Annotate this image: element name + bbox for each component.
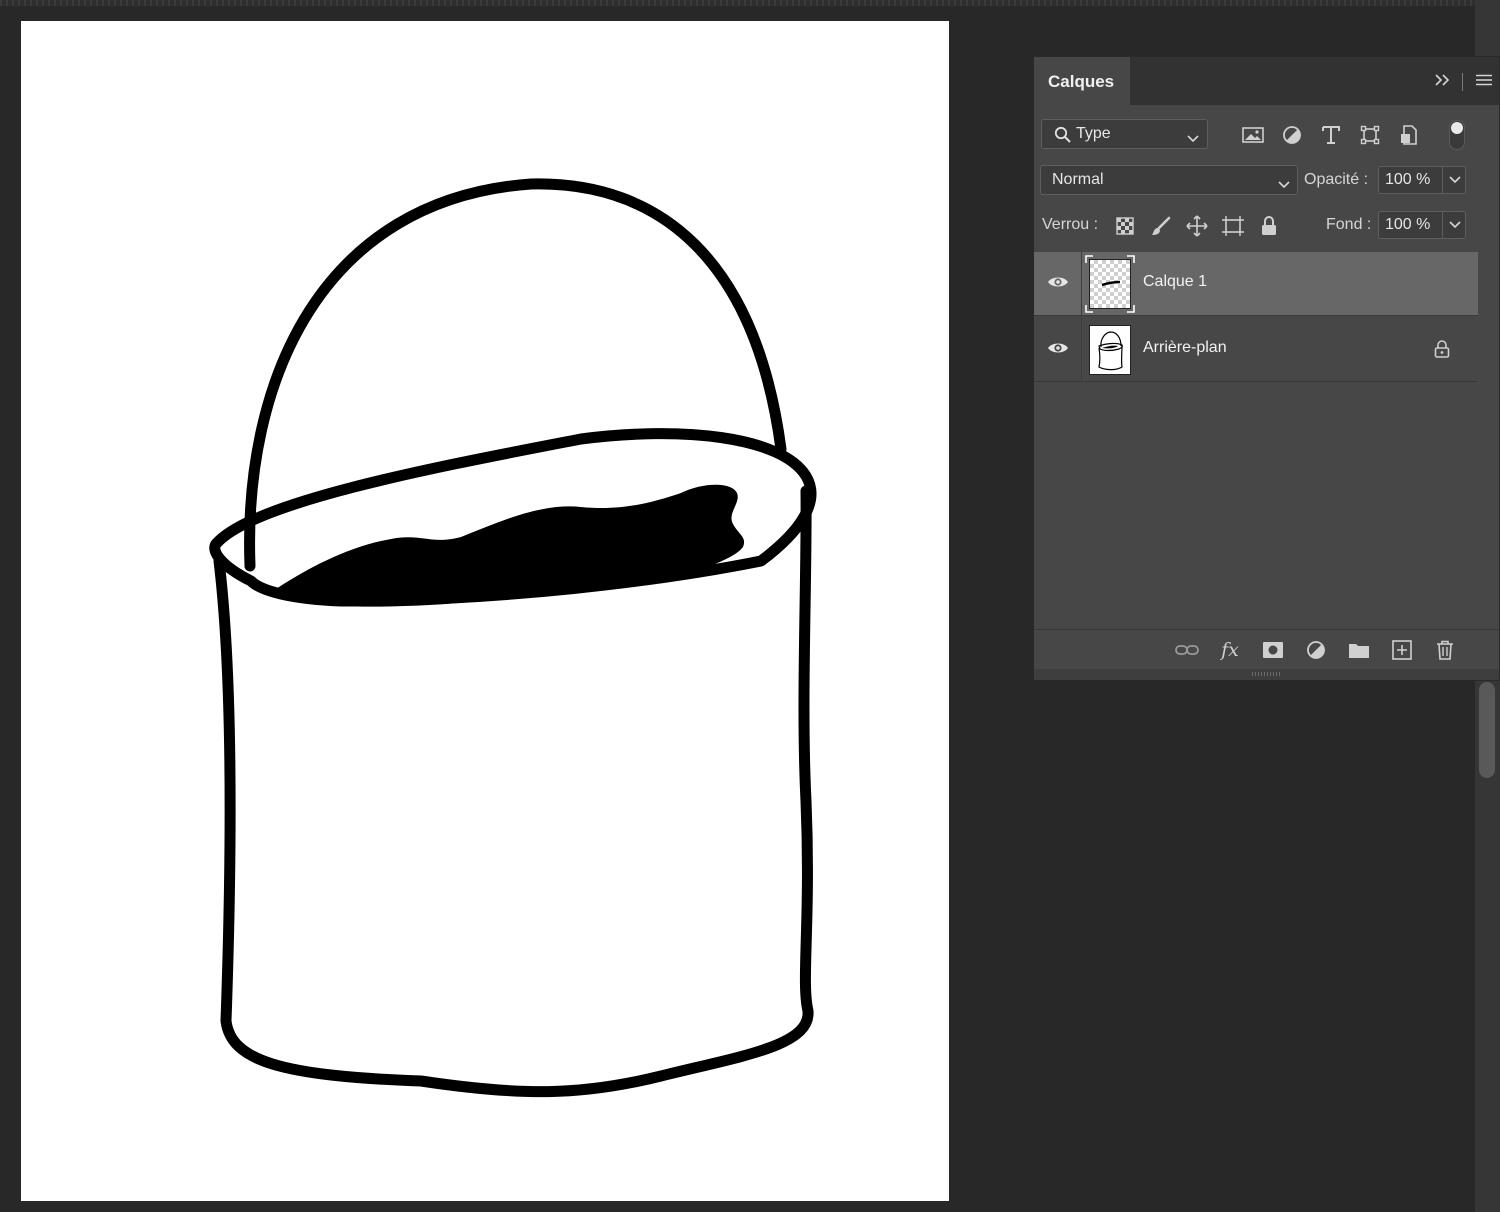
add-mask-icon[interactable] <box>1260 638 1286 662</box>
vertical-scroll-thumb[interactable] <box>1479 682 1495 778</box>
visibility-eye-icon[interactable] <box>1047 341 1069 360</box>
filter-row: Type <box>1034 119 1499 151</box>
opacity-dropdown[interactable] <box>1442 166 1466 194</box>
link-layers-icon[interactable] <box>1174 638 1200 662</box>
filter-type-label: Type <box>1076 125 1111 142</box>
fill-dropdown[interactable] <box>1442 211 1466 239</box>
collapse-panel-icon[interactable] <box>1434 73 1450 91</box>
filter-type-select[interactable]: Type <box>1041 119 1208 149</box>
document-canvas[interactable] <box>21 21 949 1201</box>
blend-mode-value: Normal <box>1052 171 1104 188</box>
adjustment-layer-icon[interactable] <box>1303 638 1329 662</box>
image-filter-icon[interactable] <box>1240 123 1266 147</box>
new-group-icon[interactable] <box>1346 638 1372 662</box>
new-layer-icon[interactable] <box>1389 638 1415 662</box>
chevron-down-icon <box>1278 176 1290 194</box>
visibility-column <box>1034 252 1082 315</box>
layers-list: Calque 1 Arrière-plan <box>1034 252 1499 629</box>
layers-panel: Calques Type Normal Opacité: 100 % Verr… <box>1033 56 1500 681</box>
chevron-down-icon <box>1187 130 1199 148</box>
blend-row: Normal Opacité : 100 % <box>1034 165 1499 197</box>
lock-all-icon[interactable] <box>1256 213 1282 239</box>
layer-thumbnail <box>1089 325 1131 375</box>
visibility-column <box>1034 318 1082 381</box>
layer-name: Arrière-plan <box>1143 339 1227 356</box>
visibility-eye-icon[interactable] <box>1047 275 1069 294</box>
lock-position-icon[interactable] <box>1184 213 1210 239</box>
search-icon <box>1054 126 1072 149</box>
lock-image-pixels-icon[interactable] <box>1148 213 1174 239</box>
top-ruler <box>0 0 1500 6</box>
panel-menu-icon[interactable] <box>1475 73 1493 91</box>
tab-layers[interactable]: Calques <box>1034 57 1130 105</box>
fill-input[interactable]: 100 % <box>1378 211 1442 239</box>
trash-icon[interactable] <box>1432 638 1458 662</box>
layer-row-background[interactable]: Arrière-plan <box>1034 318 1478 382</box>
text-filter-icon[interactable] <box>1318 123 1344 147</box>
filter-toggle-switch[interactable] <box>1449 120 1465 150</box>
layer-row-calque-1[interactable]: Calque 1 <box>1034 252 1478 316</box>
layer-thumbnail <box>1089 259 1131 309</box>
panel-resize-bar[interactable] <box>1034 669 1499 680</box>
lock-label: Verrou : <box>1042 216 1099 233</box>
fx-icon[interactable]: fx <box>1217 638 1243 662</box>
lock-row: Verrou : Fond : 100 % <box>1034 210 1499 242</box>
lock-artboard-icon[interactable] <box>1220 213 1246 239</box>
bucket-drawing <box>209 178 817 1098</box>
bucket-liquid <box>276 484 745 607</box>
adjustment-filter-icon[interactable] <box>1279 123 1305 147</box>
blend-mode-select[interactable]: Normal <box>1040 165 1298 195</box>
layer-name: Calque 1 <box>1143 273 1208 290</box>
opacity-input[interactable]: 100 % <box>1378 166 1442 194</box>
panel-tabbar: Calques <box>1034 57 1499 105</box>
smart-object-filter-icon[interactable] <box>1396 123 1422 147</box>
tab-separator <box>1462 73 1463 91</box>
lock-transparent-pixels-icon[interactable] <box>1112 213 1138 239</box>
panel-footer: fx <box>1034 629 1499 669</box>
opacity-label: Opacité : <box>1304 171 1369 188</box>
resize-grip[interactable] <box>1252 672 1282 676</box>
fill-label: Fond : <box>1326 216 1372 233</box>
layer-lock-icon <box>1434 340 1450 363</box>
shape-filter-icon[interactable] <box>1357 123 1383 147</box>
